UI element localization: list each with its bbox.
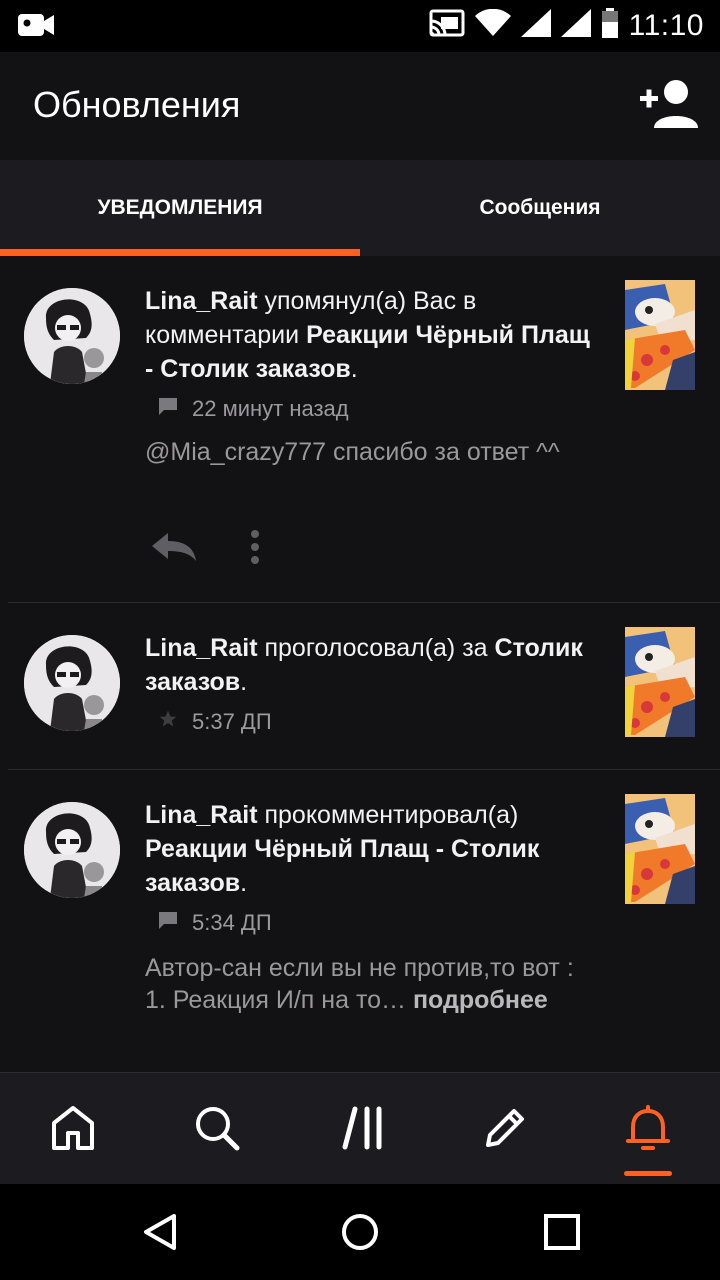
notification-text: Lina_Rait упомянул(а) Вас в комментарии …	[145, 284, 605, 386]
list-item[interactable]: Lina_Rait упомянул(а) Вас в комментарии …	[0, 256, 720, 602]
action-row	[150, 530, 260, 569]
avatar[interactable]	[24, 288, 120, 384]
bottom-navigation	[0, 1072, 720, 1184]
write-icon	[486, 1109, 524, 1147]
wifi-icon	[474, 8, 511, 42]
app-bar: Обновления	[0, 52, 720, 160]
username[interactable]: Lina_Rait	[145, 287, 258, 315]
tab-notifications[interactable]: УВЕДОМЛЕНИЯ	[0, 160, 360, 256]
active-tab-indicator	[624, 1171, 672, 1176]
story-cover[interactable]	[625, 794, 695, 904]
meta-row: 5:37 ДП	[158, 709, 272, 735]
signal-icon-2	[560, 9, 591, 42]
status-bar: 11:10	[0, 0, 720, 52]
comment-icon	[158, 910, 178, 936]
meta-row: 22 минут назад	[158, 396, 349, 422]
story-cover[interactable]	[625, 627, 695, 737]
system-navigation-bar	[0, 1184, 720, 1280]
more-vert-icon	[251, 530, 259, 564]
action-text: проголосовал(а) за	[257, 634, 495, 662]
battery-icon	[601, 8, 619, 43]
timestamp: 5:37 ДП	[192, 709, 272, 734]
search-icon	[196, 1107, 240, 1151]
add-user-icon	[640, 80, 698, 128]
reply-icon	[152, 533, 196, 561]
back-icon	[144, 1214, 176, 1250]
nav-home-button[interactable]	[48, 1103, 98, 1153]
tab-messages[interactable]: Сообщения	[360, 160, 720, 256]
read-more-link[interactable]: подробнее	[406, 986, 548, 1014]
clock: 11:10	[628, 8, 704, 42]
timestamp: 22 минут назад	[192, 396, 349, 421]
timestamp: 5:34 ДП	[192, 910, 272, 935]
notification-text: Lina_Rait прокомментировал(а) Реакции Чё…	[145, 798, 605, 900]
suffix: .	[350, 355, 358, 383]
home-system-button[interactable]	[340, 1212, 380, 1252]
comment-snippet[interactable]: Автор-сан если вы не против,то вот : 1. …	[145, 952, 595, 1016]
add-user-button[interactable]	[640, 78, 698, 128]
back-button[interactable]	[140, 1212, 180, 1252]
notification-list: Lina_Rait упомянул(а) Вас в комментарии …	[0, 256, 720, 1072]
meta-row: 5:34 ДП	[158, 910, 272, 936]
snippet-text: @Mia_crazy777 спасибо за ответ ^^	[145, 438, 560, 466]
home-icon	[52, 1106, 94, 1150]
nav-notifications-button[interactable]	[623, 1103, 673, 1153]
recents-button[interactable]	[542, 1212, 582, 1252]
page-title: Обновления	[33, 84, 241, 125]
suffix: .	[240, 668, 248, 696]
nav-write-button[interactable]	[480, 1103, 530, 1153]
star-icon	[158, 709, 178, 735]
username[interactable]: Lina_Rait	[145, 801, 258, 829]
story-title[interactable]: Реакции Чёрный Плащ - Столик заказов	[145, 835, 539, 897]
story-cover[interactable]	[625, 280, 695, 390]
video-camera-icon	[18, 12, 54, 43]
comment-snippet[interactable]: @Mia_crazy777 спасибо за ответ ^^	[145, 436, 595, 468]
list-item[interactable]: Lina_Rait прокомментировал(а) Реакции Чё…	[0, 770, 720, 1072]
avatar[interactable]	[24, 802, 120, 898]
bell-icon	[626, 1105, 670, 1150]
username[interactable]: Lina_Rait	[145, 634, 258, 662]
comment-icon	[158, 396, 178, 422]
avatar[interactable]	[24, 635, 120, 731]
reply-button[interactable]	[150, 531, 198, 568]
tab-bar: УВЕДОМЛЕНИЯ Сообщения	[0, 160, 720, 256]
suffix: .	[240, 869, 248, 897]
signal-icon	[520, 9, 551, 42]
nav-search-button[interactable]	[192, 1103, 242, 1153]
notification-text: Lina_Rait проголосовал(а) за Столик зака…	[145, 631, 605, 699]
square-recents-icon	[544, 1214, 580, 1250]
library-icon	[342, 1106, 382, 1150]
cast-icon	[429, 9, 465, 42]
action-text: прокомментировал(а)	[257, 801, 519, 829]
nav-library-button[interactable]	[337, 1103, 387, 1153]
more-options-button[interactable]	[250, 530, 260, 569]
list-item[interactable]: Lina_Rait проголосовал(а) за Столик зака…	[0, 603, 720, 769]
circle-home-icon	[342, 1214, 378, 1250]
